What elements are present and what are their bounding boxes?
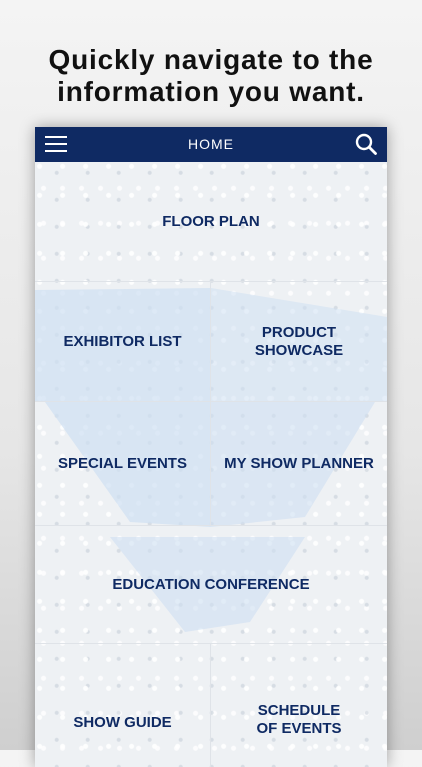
- phone-screen: HOME FLOOR PLAN EXHIBITOR LIST PRODUCT S…: [35, 127, 387, 767]
- tile-special-events-label: SPECIAL EVENTS: [58, 454, 187, 472]
- nav-title: HOME: [188, 136, 234, 152]
- tile-floor-plan-label: FLOOR PLAN: [162, 212, 260, 230]
- tile-schedule-of-events[interactable]: SCHEDULE OF EVENTS: [211, 644, 387, 767]
- tile-show-guide-label: SHOW GUIDE: [73, 714, 172, 731]
- top-navbar: HOME: [35, 127, 387, 162]
- tile-exhibitor-list[interactable]: EXHIBITOR LIST: [35, 282, 211, 402]
- tile-my-show-planner-label: MY SHOW PLANNER: [224, 454, 374, 472]
- promo-line-1: Quickly navigate to the: [48, 44, 374, 75]
- tile-floor-plan[interactable]: FLOOR PLAN: [35, 162, 387, 282]
- promo-headline: Quickly navigate to the information you …: [0, 44, 422, 108]
- tile-special-events[interactable]: SPECIAL EVENTS: [35, 402, 211, 526]
- promo-line-2: information you want.: [57, 76, 365, 107]
- search-icon[interactable]: [355, 133, 377, 155]
- tile-product-showcase-label: PRODUCT SHOWCASE: [254, 323, 344, 359]
- tile-show-guide[interactable]: SHOW GUIDE: [35, 644, 211, 767]
- tile-education-conference-label: EDUCATION CONFERENCE: [112, 575, 310, 593]
- tile-my-show-planner[interactable]: MY SHOW PLANNER: [211, 402, 387, 526]
- tile-education-conference[interactable]: EDUCATION CONFERENCE: [35, 526, 387, 644]
- tile-product-showcase[interactable]: PRODUCT SHOWCASE: [211, 282, 387, 402]
- tile-schedule-of-events-label: SCHEDULE OF EVENTS: [256, 701, 342, 737]
- tile-exhibitor-list-label: EXHIBITOR LIST: [63, 332, 182, 350]
